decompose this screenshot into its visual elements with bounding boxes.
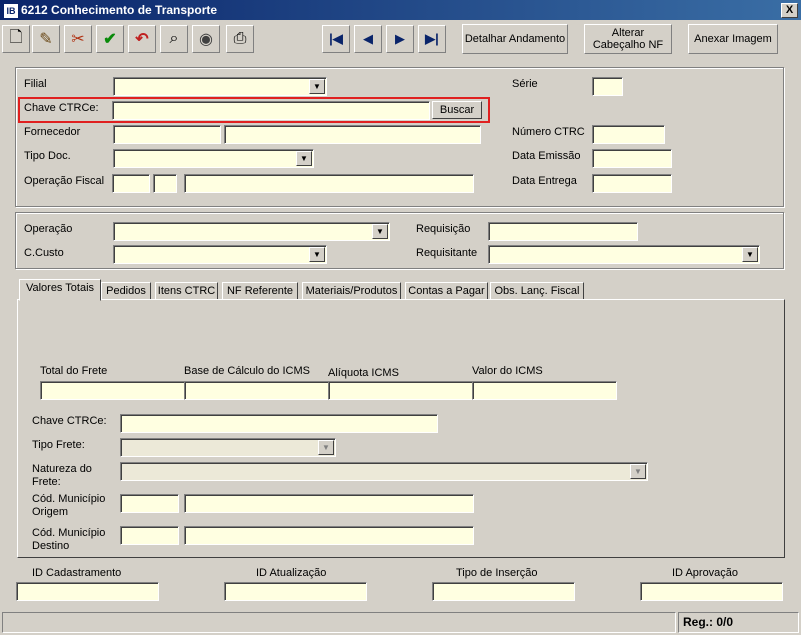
print-icon[interactable]: ⎙ [226, 25, 254, 53]
last-record-icon[interactable]: ▶| [418, 25, 446, 53]
window-title: 6212 Conhecimento de Transporte [21, 3, 218, 17]
data-entrega-label: Data Entrega [512, 175, 577, 187]
operacao-combo[interactable]: ▼ [113, 222, 390, 241]
tipo-insercao-input[interactable] [432, 582, 575, 601]
serie-input[interactable] [592, 77, 623, 96]
mun-origem-label-2: Origem [32, 506, 69, 518]
chevron-down-icon[interactable]: ▼ [309, 79, 325, 94]
fornecedor-label: Fornecedor [24, 126, 81, 138]
tab-chave-ctrce-input[interactable] [120, 414, 438, 433]
alterar-cabecalho-button[interactable]: Alterar Cabeçalho NF [584, 24, 672, 54]
serie-label: Série [512, 78, 538, 90]
chave-ctrce-label: Chave CTRCe: [24, 102, 99, 114]
tab-valores-totais[interactable]: Valores Totais [19, 279, 101, 301]
id-aprovacao-input[interactable] [640, 582, 783, 601]
valor-icms-label: Valor do ICMS [472, 365, 543, 377]
data-emissao-input[interactable] [592, 149, 672, 168]
valor-icms-input[interactable] [472, 381, 617, 400]
requisicao-input[interactable] [488, 222, 638, 241]
tipo-doc-label: Tipo Doc. [24, 150, 71, 162]
tipo-frete-label: Tipo Frete: [32, 439, 85, 451]
tab-contas-a-pagar[interactable]: Contas a Pagar [405, 282, 488, 300]
id-cadastramento-input[interactable] [16, 582, 159, 601]
fornecedor-name-input[interactable] [224, 125, 481, 144]
title-bar: IB 6212 Conhecimento de Transporte X [0, 0, 801, 20]
natureza-frete-label-2: Frete: [32, 476, 61, 488]
numero-ctrc-input[interactable] [592, 125, 665, 144]
tab-obs-lanc-fiscal[interactable]: Obs. Lanç. Fiscal [490, 282, 584, 300]
tab-pedidos[interactable]: Pedidos [101, 282, 151, 300]
chave-ctrce-input[interactable] [112, 101, 430, 120]
natureza-frete-combo[interactable]: ▼ [120, 462, 648, 481]
id-atualizacao-input[interactable] [224, 582, 367, 601]
data-entrega-input[interactable] [592, 174, 672, 193]
requisicao-label: Requisição [416, 223, 471, 235]
operacao-label: Operação [24, 223, 73, 235]
anexar-imagem-button[interactable]: Anexar Imagem [688, 24, 778, 54]
prev-record-icon[interactable]: ◀ [354, 25, 382, 53]
mun-origem-name-input[interactable] [184, 494, 474, 513]
mun-destino-code-input[interactable] [120, 526, 179, 545]
delete-icon[interactable]: ✂ [64, 25, 92, 53]
tab-nf-referente[interactable]: NF Referente [222, 282, 298, 300]
operacao-fiscal-label: Operação Fiscal [24, 175, 105, 187]
chevron-down-icon[interactable]: ▼ [309, 247, 325, 262]
aliquota-icms-label: Alíquota ICMS [328, 367, 399, 379]
chevron-down-icon[interactable]: ▼ [630, 464, 646, 479]
operacao-fiscal-sub-input[interactable] [153, 174, 177, 193]
app-icon: IB [3, 3, 19, 19]
id-cadastramento-label: ID Cadastramento [32, 567, 122, 579]
search-icon[interactable]: ⌕ [160, 25, 188, 53]
first-record-icon[interactable]: |◀ [322, 25, 350, 53]
data-emissao-label: Data Emissão [512, 150, 581, 162]
natureza-frete-label-1: Natureza do [32, 463, 92, 475]
edit-icon[interactable]: ✎ [32, 25, 60, 53]
toolbar: 🗋 ✎ ✂ ✔ ↶ ⌕ ◉ ⎙ |◀ ◀ ▶ ▶| Detalhar Andam… [0, 22, 801, 58]
total-frete-input[interactable] [40, 381, 185, 400]
requisitante-combo[interactable]: ▼ [488, 245, 760, 264]
status-bar-left [2, 612, 676, 633]
fornecedor-code-input[interactable] [113, 125, 221, 144]
ccusto-combo[interactable]: ▼ [113, 245, 327, 264]
requisitante-label: Requisitante [416, 247, 478, 259]
chevron-down-icon[interactable]: ▼ [296, 151, 312, 166]
filial-combo[interactable]: ▼ [113, 77, 327, 96]
next-record-icon[interactable]: ▶ [386, 25, 414, 53]
save-icon[interactable]: ✔ [96, 25, 124, 53]
chevron-down-icon[interactable]: ▼ [742, 247, 758, 262]
mun-origem-code-input[interactable] [120, 494, 179, 513]
id-aprovacao-label: ID Aprovação [672, 567, 739, 579]
tipo-doc-combo[interactable]: ▼ [113, 149, 314, 168]
base-icms-label: Base de Cálculo do ICMS [184, 365, 310, 377]
base-icms-input[interactable] [184, 381, 329, 400]
ccusto-label: C.Custo [24, 247, 64, 259]
new-icon[interactable]: 🗋 [2, 25, 30, 53]
tab-itens-ctrc[interactable]: Itens CTRC [155, 282, 218, 300]
mun-destino-label-2: Destino [32, 540, 70, 552]
chevron-down-icon[interactable]: ▼ [318, 440, 334, 455]
close-button[interactable]: X [781, 3, 798, 18]
record-count: Reg.: 0/0 [678, 612, 799, 633]
tab-chave-ctrce-label: Chave CTRCe: [32, 415, 107, 427]
operacao-fiscal-desc-input[interactable] [184, 174, 474, 193]
mun-origem-label-1: Cód. Município [32, 493, 106, 505]
aliquota-icms-input[interactable] [328, 381, 473, 400]
filial-label: Filial [24, 78, 47, 90]
undo-icon[interactable]: ↶ [128, 25, 156, 53]
buscar-button[interactable]: Buscar [432, 101, 482, 119]
numero-ctrc-label: Número CTRC [512, 126, 585, 138]
mun-destino-name-input[interactable] [184, 526, 474, 545]
tipo-insercao-label: Tipo de Inserção [456, 567, 538, 579]
chevron-down-icon[interactable]: ▼ [372, 224, 388, 239]
detalhar-andamento-button[interactable]: Detalhar Andamento [462, 24, 568, 54]
mun-destino-label-1: Cód. Município [32, 527, 106, 539]
operacao-fiscal-code-input[interactable] [112, 174, 150, 193]
id-atualizacao-label: ID Atualização [256, 567, 327, 579]
tipo-frete-combo[interactable]: ▼ [120, 438, 336, 457]
total-frete-label: Total do Frete [40, 365, 108, 377]
disk-icon[interactable]: ◉ [192, 25, 220, 53]
tab-materiais-produtos[interactable]: Materiais/Produtos [302, 282, 401, 300]
